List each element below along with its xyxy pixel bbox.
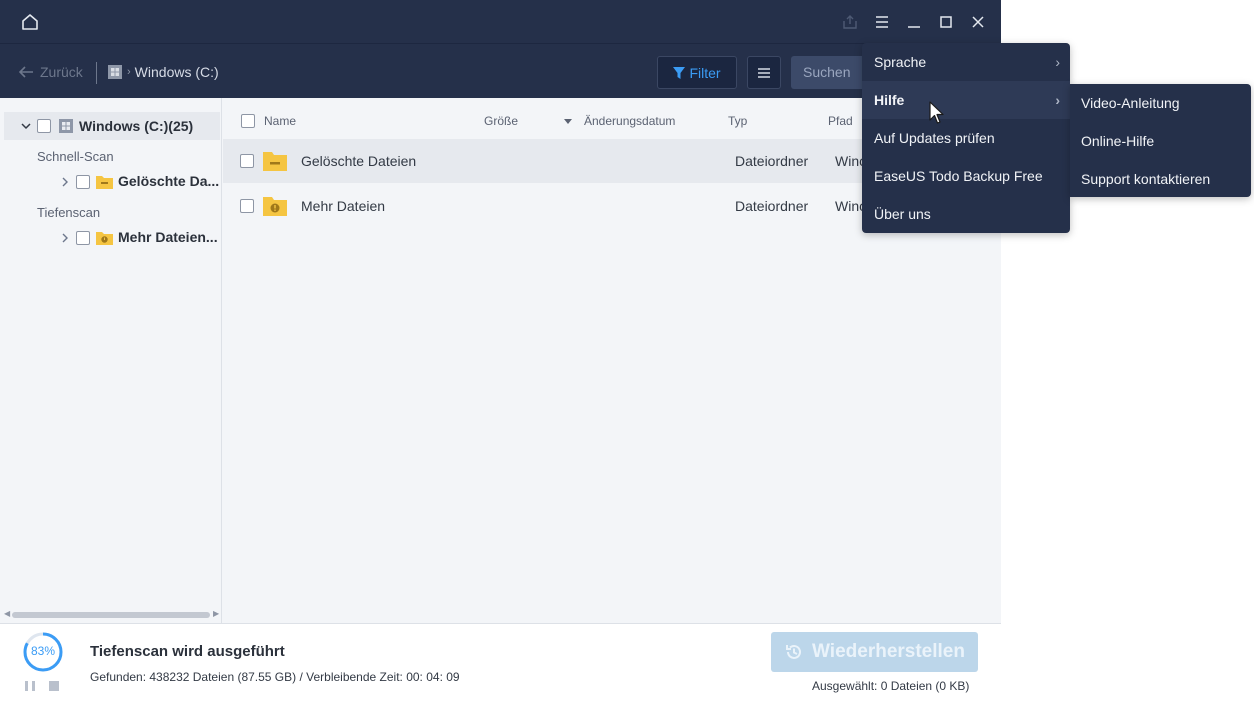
submenu-item-video-guide[interactable]: Video-Anleitung — [1070, 84, 1251, 122]
chevron-right-icon: › — [1055, 92, 1060, 108]
restore-history-icon — [786, 644, 802, 659]
column-name[interactable]: Name — [264, 98, 296, 144]
sidebar-tree: Windows (C:)(25) Schnell-Scan Gelöschte … — [0, 98, 222, 623]
scroll-right-icon[interactable]: ▶ — [213, 609, 219, 618]
title-bar — [0, 0, 1001, 43]
column-modified[interactable]: Änderungsdatum — [584, 98, 675, 144]
main-menu: Sprache › Hilfe › Auf Updates prüfen Eas… — [862, 43, 1070, 233]
menu-item-help[interactable]: Hilfe › — [862, 81, 1070, 119]
root-checkbox[interactable] — [37, 119, 51, 133]
deep-checkbox[interactable] — [76, 231, 90, 245]
column-path[interactable]: Pfad — [828, 98, 853, 144]
filter-button[interactable]: Filter — [657, 56, 737, 89]
pause-icon[interactable] — [23, 680, 37, 692]
menu-item-about[interactable]: Über uns — [862, 195, 1070, 233]
drive-icon — [59, 119, 73, 133]
list-view-icon — [758, 67, 770, 78]
drive-icon — [108, 65, 122, 79]
sort-desc-icon — [564, 119, 572, 124]
app-window: Zurück › Windows (C:) Filter Suchen Wind… — [0, 0, 1001, 703]
folder-deleted-icon — [263, 152, 287, 171]
row-name: Mehr Dateien — [301, 198, 386, 214]
deep-item-label: Mehr Dateien... — [118, 229, 218, 245]
menu-item-label: Sprache — [874, 54, 927, 70]
row-checkbox[interactable] — [240, 154, 254, 168]
search-input[interactable]: Suchen — [791, 56, 871, 89]
home-icon[interactable] — [20, 12, 40, 32]
help-submenu: Video-Anleitung Online-Hilfe Support kon… — [1070, 84, 1251, 197]
filter-icon — [673, 66, 686, 79]
maximize-icon[interactable] — [936, 12, 956, 32]
submenu-item-online-help[interactable]: Online-Hilfe — [1070, 122, 1251, 160]
menu-item-label: Über uns — [874, 206, 931, 222]
breadcrumb-chevron-icon: › — [127, 66, 131, 78]
menu-item-check-updates[interactable]: Auf Updates prüfen — [862, 119, 1070, 157]
breadcrumb[interactable]: › Windows (C:) — [107, 64, 219, 80]
scan-status-details: Gefunden: 438232 Dateien (87.55 GB) / Ve… — [90, 670, 460, 684]
restore-button[interactable]: Wiederherstellen — [771, 632, 978, 672]
back-arrow-icon — [18, 66, 33, 78]
selected-count: Ausgewählt: 0 Dateien (0 KB) — [812, 679, 970, 693]
close-icon[interactable] — [968, 12, 988, 32]
folder-deleted-icon — [96, 176, 113, 189]
column-size[interactable]: Größe — [484, 98, 518, 144]
section-quick-scan: Schnell-Scan — [37, 149, 114, 164]
menu-item-label: Auf Updates prüfen — [874, 130, 995, 146]
scroll-left-icon[interactable]: ◀ — [4, 609, 10, 618]
minimize-icon[interactable] — [904, 12, 924, 32]
stop-icon[interactable] — [47, 680, 61, 692]
scrollbar-thumb[interactable] — [12, 612, 210, 618]
view-list-button[interactable] — [747, 56, 781, 89]
tree-item-deep[interactable]: Mehr Dateien... — [0, 226, 222, 250]
row-type: Dateiordner — [735, 198, 809, 214]
tree-root-item[interactable]: Windows (C:)(25) — [4, 112, 220, 140]
back-label: Zurück — [40, 64, 83, 80]
row-checkbox[interactable] — [240, 199, 254, 213]
back-button[interactable]: Zurück — [18, 64, 83, 80]
tree-item-quick[interactable]: Gelöschte Da... — [0, 170, 222, 194]
mouse-cursor-icon — [929, 101, 944, 124]
progress-label: 83% — [30, 644, 56, 658]
menu-item-label: EaseUS Todo Backup Free — [874, 168, 1043, 184]
folder-more-icon — [263, 197, 287, 216]
quick-checkbox[interactable] — [76, 175, 90, 189]
menu-item-todo-backup[interactable]: EaseUS Todo Backup Free — [862, 157, 1070, 195]
select-all-checkbox[interactable] — [241, 114, 255, 128]
column-type[interactable]: Typ — [728, 98, 747, 144]
menu-item-language[interactable]: Sprache › — [862, 43, 1070, 81]
section-deep-scan: Tiefenscan — [37, 205, 101, 220]
chevron-down-icon[interactable] — [20, 120, 32, 132]
menu-item-label: Hilfe — [874, 92, 905, 108]
restore-label: Wiederherstellen — [812, 641, 965, 662]
export-icon[interactable] — [840, 12, 860, 32]
toolbar: Zurück › Windows (C:) Filter Suchen — [0, 43, 1001, 98]
quick-item-label: Gelöschte Da... — [118, 173, 220, 189]
chevron-right-icon[interactable] — [60, 176, 70, 188]
row-name: Gelöschte Dateien — [301, 153, 417, 169]
submenu-item-contact-support[interactable]: Support kontaktieren — [1070, 160, 1251, 198]
filter-label: Filter — [689, 64, 721, 81]
chevron-right-icon: › — [1055, 54, 1060, 70]
row-type: Dateiordner — [735, 153, 809, 169]
tree-root-label: Windows (C:)(25) — [79, 118, 194, 134]
status-bar: 83% Tiefenscan wird ausgeführt Gefunden:… — [0, 623, 1001, 703]
chevron-right-icon[interactable] — [60, 232, 70, 244]
folder-more-icon — [96, 232, 113, 245]
hamburger-menu-icon[interactable] — [872, 12, 892, 32]
scan-status-title: Tiefenscan wird ausgeführt — [90, 643, 285, 660]
sidebar-scrollbar[interactable]: ◀ ▶ — [4, 609, 219, 620]
breadcrumb-label: Windows (C:) — [134, 64, 219, 80]
toolbar-separator — [96, 62, 97, 84]
